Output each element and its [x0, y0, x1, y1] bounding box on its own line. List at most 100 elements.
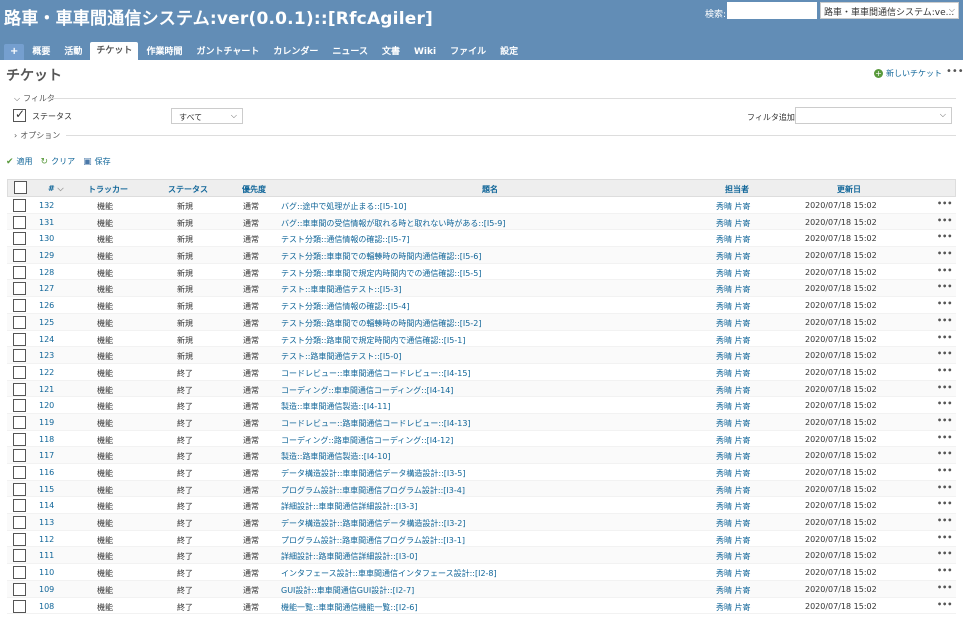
- table-row[interactable]: 109 機能 終了 通常 GUI設計::車車間通信GUI設計::[I2-7] 秀晴 片寄 2…: [7, 580, 956, 598]
- column-id[interactable]: # ⌵: [48, 184, 64, 194]
- row-checkbox[interactable]: [13, 449, 26, 463]
- row-checkbox[interactable]: [13, 499, 26, 513]
- project-title[interactable]: 路車・車車間通信システム:ver(0.0.1)::[RfcAgiler]: [4, 4, 433, 29]
- tab-overview[interactable]: 概要: [26, 44, 56, 60]
- column-subject[interactable]: 題名: [482, 184, 498, 195]
- tab-gantt[interactable]: ガントチャート: [190, 44, 265, 60]
- row-checkbox[interactable]: [13, 566, 26, 580]
- row-more-icon[interactable]: •••: [937, 516, 952, 525]
- assignee-link[interactable]: 秀晴 片寄: [716, 218, 751, 229]
- tab-issues[interactable]: チケット: [90, 42, 139, 60]
- tab-files[interactable]: ファイル: [444, 44, 492, 60]
- issue-id-link[interactable]: 111: [39, 551, 54, 560]
- table-row[interactable]: 112 機能 終了 通常 プログラム設計::路車間通信プログラム設計::[I3-1] 秀晴…: [7, 530, 956, 548]
- assignee-link[interactable]: 秀晴 片寄: [716, 335, 751, 346]
- subject-link[interactable]: コードレビュー::路車間通信コードレビュー::[I4-13]: [281, 418, 471, 429]
- assignee-link[interactable]: 秀晴 片寄: [716, 585, 751, 596]
- assignee-link[interactable]: 秀晴 片寄: [716, 318, 751, 329]
- tab-time-entries[interactable]: 作業時間: [140, 44, 188, 60]
- assignee-link[interactable]: 秀晴 片寄: [716, 551, 751, 562]
- row-more-icon[interactable]: •••: [937, 266, 952, 275]
- clear-button[interactable]: ↻ クリア: [41, 156, 76, 167]
- row-checkbox[interactable]: [13, 482, 26, 496]
- issue-id-link[interactable]: 108: [39, 602, 54, 611]
- assignee-link[interactable]: 秀晴 片寄: [716, 401, 751, 412]
- table-row[interactable]: 117 機能 終了 通常 製造::路車間通信製造::[I4-10] 秀晴 片寄 2020/0…: [7, 447, 956, 464]
- row-more-icon[interactable]: •••: [937, 216, 952, 225]
- table-row[interactable]: 116 機能 終了 通常 データ構造設計::車車間通信データ構造設計::[I3-5] 秀晴…: [7, 464, 956, 481]
- row-more-icon[interactable]: •••: [937, 383, 952, 392]
- row-more-icon[interactable]: •••: [937, 449, 952, 458]
- row-more-icon[interactable]: •••: [937, 499, 952, 508]
- issue-id-link[interactable]: 125: [39, 318, 54, 327]
- row-checkbox[interactable]: [13, 265, 26, 279]
- row-more-icon[interactable]: •••: [937, 549, 952, 558]
- row-checkbox[interactable]: [13, 282, 26, 296]
- issue-id-link[interactable]: 127: [39, 284, 54, 293]
- row-more-icon[interactable]: •••: [937, 466, 952, 475]
- row-checkbox[interactable]: [13, 466, 26, 479]
- issue-id-link[interactable]: 109: [39, 585, 54, 594]
- table-row[interactable]: 128 機能 新規 通常 テスト分類::車車間で規定内時間内での通信確認::[I5-5]…: [7, 263, 956, 281]
- issue-id-link[interactable]: 117: [39, 451, 54, 460]
- assignee-link[interactable]: 秀晴 片寄: [716, 251, 751, 262]
- row-checkbox[interactable]: [13, 432, 26, 446]
- new-ticket-link[interactable]: + 新しいチケット: [874, 68, 942, 79]
- column-updated[interactable]: 更新日: [837, 184, 861, 195]
- row-more-icon[interactable]: •••: [937, 249, 952, 258]
- table-row[interactable]: 122 機能 終了 通常 コードレビュー::車車間通信コードレビュー::[I4-15] 秀…: [7, 363, 956, 381]
- status-filter-select[interactable]: すべて ⌵: [171, 108, 243, 124]
- tab-settings[interactable]: 設定: [494, 44, 524, 60]
- assignee-link[interactable]: 秀晴 片寄: [716, 201, 751, 212]
- row-more-icon[interactable]: •••: [937, 299, 952, 308]
- table-row[interactable]: 132 機能 新規 通常 バグ::途中で処理が止まる::[I5-10] 秀晴 片寄 2020…: [7, 197, 956, 214]
- assignee-link[interactable]: 秀晴 片寄: [716, 535, 751, 546]
- row-more-icon[interactable]: •••: [937, 349, 952, 358]
- table-row[interactable]: 111 機能 終了 通常 詳細設計::路車間通信詳細設計::[I3-0] 秀晴 片寄 202…: [7, 547, 956, 565]
- column-tracker[interactable]: トラッカー: [88, 184, 128, 195]
- project-jump-select[interactable]: 路車・車車間通信システム:ve... ⌵: [820, 2, 959, 19]
- issue-id-link[interactable]: 121: [39, 385, 54, 394]
- subject-link[interactable]: テスト分類::通信情報の確認::[I5-7]: [281, 234, 409, 245]
- issue-id-link[interactable]: 115: [39, 485, 54, 494]
- subject-link[interactable]: テスト::車車間通信テスト::[I5-3]: [281, 284, 401, 295]
- column-status[interactable]: ステータス: [168, 184, 208, 195]
- issue-id-link[interactable]: 126: [39, 301, 54, 310]
- row-more-icon[interactable]: •••: [937, 416, 952, 425]
- status-filter-checkbox[interactable]: ✓: [13, 107, 26, 122]
- table-row[interactable]: 130 機能 新規 通常 テスト分類::通信情報の確認::[I5-7] 秀晴 片寄 2020…: [7, 230, 956, 248]
- issue-id-link[interactable]: 123: [39, 351, 54, 360]
- row-checkbox[interactable]: [13, 532, 26, 546]
- row-more-icon[interactable]: •••: [937, 333, 952, 342]
- subject-link[interactable]: データ構造設計::路車間通信データ構造設計::[I3-2]: [281, 518, 465, 529]
- row-checkbox[interactable]: [13, 349, 26, 363]
- issue-id-link[interactable]: 114: [39, 501, 54, 510]
- row-more-icon[interactable]: •••: [937, 600, 952, 609]
- row-checkbox[interactable]: [13, 199, 26, 212]
- save-button[interactable]: ▣ 保存: [83, 156, 111, 167]
- issue-id-link[interactable]: 130: [39, 234, 54, 243]
- assignee-link[interactable]: 秀晴 片寄: [716, 351, 751, 362]
- table-row[interactable]: 131 機能 新規 通常 バグ::車車間の受信情報が取れる時と取れない時がある::[I5…: [7, 213, 956, 231]
- subject-link[interactable]: テスト分類::路車間での輻輳時の時間内通信確認::[I5-2]: [281, 318, 481, 329]
- table-row[interactable]: 127 機能 新規 通常 テスト::車車間通信テスト::[I5-3] 秀晴 片寄 2020/…: [7, 280, 956, 298]
- issue-id-link[interactable]: 116: [39, 468, 54, 477]
- issue-id-link[interactable]: 129: [39, 251, 54, 260]
- assignee-link[interactable]: 秀晴 片寄: [716, 301, 751, 312]
- row-checkbox[interactable]: [13, 249, 26, 263]
- subject-link[interactable]: プログラム設計::車車間通信プログラム設計::[I3-4]: [281, 485, 465, 496]
- assignee-link[interactable]: 秀晴 片寄: [716, 485, 751, 496]
- issue-id-link[interactable]: 120: [39, 401, 54, 410]
- issue-id-link[interactable]: 119: [39, 418, 54, 427]
- subject-link[interactable]: 詳細設計::路車間通信詳細設計::[I3-0]: [281, 551, 417, 562]
- row-checkbox[interactable]: [13, 215, 26, 229]
- subject-link[interactable]: テスト分類::車車間で規定内時間内での通信確認::[I5-5]: [281, 268, 481, 279]
- assignee-link[interactable]: 秀晴 片寄: [716, 418, 751, 429]
- table-row[interactable]: 129 機能 新規 通常 テスト分類::車車間での輻輳時の時間内通信確認::[I5-6]…: [7, 247, 956, 264]
- assignee-link[interactable]: 秀晴 片寄: [716, 451, 751, 462]
- row-more-icon[interactable]: •••: [937, 483, 952, 492]
- row-checkbox[interactable]: [13, 299, 26, 313]
- row-more-icon[interactable]: •••: [937, 566, 952, 575]
- row-more-icon[interactable]: •••: [937, 199, 952, 208]
- subject-link[interactable]: バグ::途中で処理が止まる::[I5-10]: [281, 201, 407, 212]
